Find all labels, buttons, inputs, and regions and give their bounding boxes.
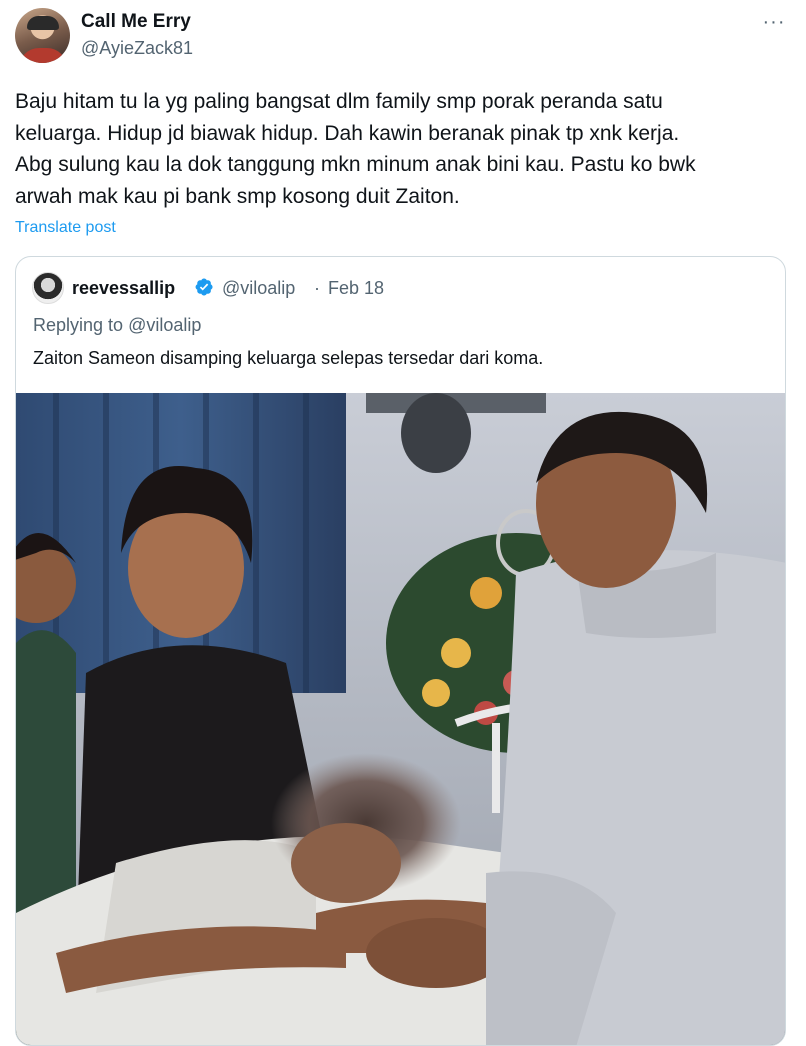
author-avatar[interactable] — [15, 8, 70, 63]
author-handle[interactable]: @AyieZack81 — [81, 37, 193, 59]
photo-illustration — [16, 393, 785, 1045]
dot-separator: · — [314, 278, 320, 298]
quoted-photo[interactable] — [16, 393, 785, 1045]
replying-mention-link[interactable]: @viloalip — [128, 315, 201, 335]
replying-prefix: Replying to — [33, 315, 129, 335]
quoted-author-handle[interactable]: @viloalip — [222, 277, 295, 299]
post-text: Baju hitam tu la yg paling bangsat dlm f… — [15, 90, 696, 208]
more-options-icon[interactable]: ··· — [762, 12, 786, 32]
quoted-post-date[interactable]: Feb 18 — [328, 277, 384, 299]
avatar-shirt — [19, 48, 67, 63]
translate-post-link[interactable]: Translate post — [15, 218, 116, 238]
quoted-post-text: Zaiton Sameon disamping keluarga selepas… — [33, 348, 544, 368]
quoted-post[interactable]: reevessallip @viloalip · Feb 18 Replying… — [15, 256, 786, 1046]
tweet: Call Me Erry @AyieZack81 ··· Baju hitam … — [0, 0, 806, 1046]
verified-badge-icon — [195, 278, 213, 296]
quoted-author-name[interactable]: reevessallip — [72, 277, 175, 299]
replying-to: Replying to @viloalip — [33, 314, 201, 336]
author-name[interactable]: Call Me Erry — [81, 11, 191, 33]
quoted-author-avatar[interactable] — [32, 272, 64, 304]
avatar-cap — [27, 16, 59, 30]
